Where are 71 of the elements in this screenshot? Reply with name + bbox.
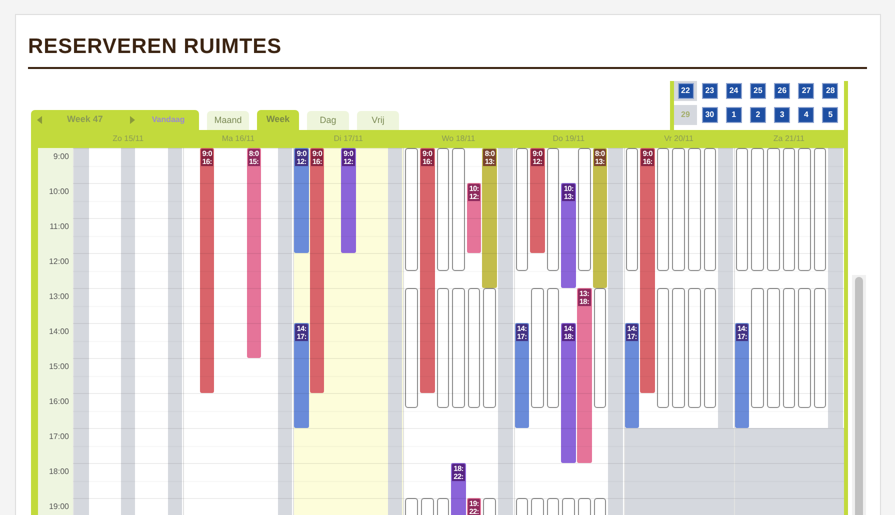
free-slot[interactable] (452, 148, 465, 270)
free-slot[interactable] (798, 148, 811, 270)
date-link[interactable]: 26 (774, 83, 790, 99)
hour-label: 15:00 (48, 361, 69, 373)
date-link[interactable]: 3 (774, 107, 790, 123)
free-slot[interactable] (436, 288, 450, 408)
hour-label: 12:00 (48, 256, 69, 268)
page-title: RESERVEREN RUIMTES (28, 35, 283, 59)
free-slot[interactable] (405, 288, 418, 408)
free-slot[interactable] (405, 148, 418, 270)
date-link[interactable]: 5 (822, 107, 838, 123)
hour-label: 13:00 (48, 291, 69, 303)
free-slot[interactable] (672, 288, 686, 408)
hour-label: 19:00 (48, 501, 69, 513)
date-link[interactable]: 22 (678, 83, 694, 99)
day-header: Zo 15/11 (112, 133, 144, 145)
free-slot[interactable] (798, 288, 811, 408)
hour-label: 17:00 (48, 431, 69, 443)
hour-label: 10:00 (48, 186, 69, 198)
free-slot[interactable] (814, 148, 826, 270)
free-slot[interactable] (594, 288, 606, 408)
free-slot[interactable] (688, 148, 701, 270)
free-slot[interactable] (782, 148, 796, 270)
hour-label: 16:00 (48, 396, 69, 408)
hour-label: 18:00 (48, 466, 69, 478)
free-slot[interactable] (814, 288, 826, 408)
free-slot[interactable] (452, 288, 465, 408)
free-slot[interactable] (751, 148, 764, 270)
free-slot[interactable] (767, 148, 780, 270)
date-number: 29 (681, 109, 690, 121)
previous-arrow-icon[interactable] (37, 116, 42, 124)
free-slot[interactable] (656, 148, 670, 270)
day-header: Do 19/11 (552, 133, 585, 145)
scrollbar[interactable] (852, 275, 866, 515)
hour-label: 9:00 (53, 151, 69, 163)
free-slot[interactable] (546, 288, 560, 408)
free-slot[interactable] (578, 148, 591, 270)
free-slot[interactable] (767, 288, 780, 408)
week-label: Week 47 (67, 113, 103, 126)
free-slot[interactable] (672, 148, 686, 270)
free-slot[interactable] (546, 148, 560, 270)
date-link[interactable]: 27 (798, 83, 814, 99)
date-link[interactable]: 25 (750, 83, 766, 99)
free-slot[interactable] (782, 288, 796, 408)
day-header: Za 21/11 (773, 133, 804, 145)
hour-label: 11:00 (50, 221, 69, 233)
free-slot[interactable] (516, 148, 528, 270)
free-slot[interactable] (736, 148, 748, 270)
free-slot[interactable] (468, 288, 480, 408)
free-slot[interactable] (436, 148, 450, 270)
date-link[interactable]: 1 (726, 107, 742, 123)
day-header: Di 17/11 (334, 133, 363, 145)
free-slot[interactable] (531, 288, 544, 408)
date-link[interactable]: 4 (798, 107, 814, 123)
day-header: Ma 16/11 (222, 133, 255, 145)
date-link[interactable]: 24 (726, 83, 742, 99)
next-arrow-icon[interactable] (130, 116, 135, 124)
free-slot[interactable] (704, 148, 716, 270)
free-slot[interactable] (688, 288, 701, 408)
day-header: Vr 20/11 (664, 133, 694, 145)
free-slot[interactable] (626, 148, 638, 270)
date-link[interactable]: 23 (702, 83, 718, 99)
date-link[interactable]: 28 (822, 83, 838, 99)
hour-label: 14:00 (48, 326, 69, 338)
free-slot[interactable] (483, 288, 496, 408)
free-slot[interactable] (656, 288, 670, 408)
day-header: Wo 18/11 (442, 133, 476, 145)
date-link[interactable]: 30 (702, 107, 718, 123)
free-slot[interactable] (751, 288, 764, 408)
free-slot[interactable] (704, 288, 716, 408)
date-link[interactable]: 2 (750, 107, 766, 123)
